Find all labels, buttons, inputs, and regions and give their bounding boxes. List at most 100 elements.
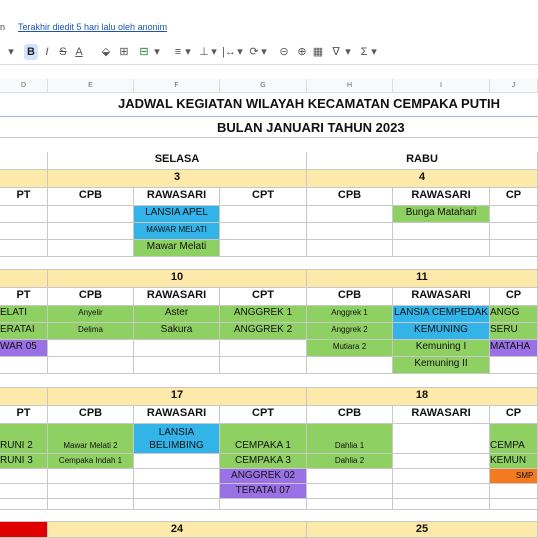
activity-cell[interactable]: Bunga Matahari xyxy=(393,206,490,223)
activity-cell[interactable]: Sakura xyxy=(134,323,220,340)
comment-icon[interactable]: ⊕ xyxy=(296,44,308,60)
date-cell-prev-week4 xyxy=(0,522,48,538)
activity-cell[interactable]: CEMPA xyxy=(490,424,538,454)
bold-button[interactable]: B xyxy=(24,44,38,60)
activity-cell[interactable]: SMP xyxy=(490,469,538,484)
header-rawasari: RAWASARI xyxy=(134,188,220,206)
activity-cell[interactable]: Delima xyxy=(48,323,134,340)
link-icon[interactable]: ⊝ xyxy=(278,44,290,60)
header-cpt: CPT xyxy=(220,288,307,306)
header-cpb-wed: CPB xyxy=(307,288,393,306)
activity-cell[interactable]: Dahlia 1 xyxy=(307,424,393,454)
cell xyxy=(48,469,134,484)
activity-cell[interactable]: KEMUN xyxy=(490,454,538,469)
activity-cell[interactable]: MATAHA xyxy=(490,340,538,357)
cell xyxy=(490,223,538,240)
activity-cell[interactable]: WAR 05 xyxy=(0,340,48,357)
header-cpb-wed: CPB xyxy=(307,188,393,206)
align-icon[interactable]: ≡ xyxy=(172,44,184,60)
align-dropdown-icon[interactable]: ▾ xyxy=(184,44,192,60)
activity-cell[interactable]: ANGGREK 02 xyxy=(220,469,307,484)
rotate-dropdown-icon[interactable]: ▾ xyxy=(260,44,268,60)
activity-cell[interactable]: Mawar Melati 2 xyxy=(48,424,134,454)
cell xyxy=(48,206,134,223)
header-rawasari-wed: RAWASARI xyxy=(393,288,490,306)
cell xyxy=(307,240,393,257)
activity-cell[interactable]: ANGGREK 1 xyxy=(220,306,307,323)
activity-cell[interactable]: Anyelir xyxy=(48,306,134,323)
header-cpt-left: PT xyxy=(0,288,48,306)
chart-icon[interactable]: ▦ xyxy=(312,44,324,60)
spacer-row xyxy=(0,257,538,270)
activity-cell[interactable]: CEMPAKA 3 xyxy=(220,454,307,469)
header-cpb: CPB xyxy=(48,188,134,206)
activity-cell[interactable]: Aster xyxy=(134,306,220,323)
strikethrough-button[interactable]: S xyxy=(58,44,68,60)
cell xyxy=(307,206,393,223)
functions-dropdown-icon[interactable]: ▾ xyxy=(370,44,378,60)
activity-cell[interactable]: Anggrek 2 xyxy=(307,323,393,340)
activity-cell-lansia-belimbing[interactable]: LANSIA BELIMBING xyxy=(134,424,220,454)
activity-cell[interactable]: RUNI 3 xyxy=(0,454,48,469)
activity-cell[interactable]: Cempaka Indah 1 xyxy=(48,454,134,469)
activity-cell[interactable]: MAWAR MELATI xyxy=(134,223,220,240)
merge-dropdown-icon[interactable]: ▾ xyxy=(152,44,162,60)
column-header-j[interactable]: J xyxy=(490,79,538,93)
rotate-icon[interactable]: ⟳ xyxy=(248,44,260,60)
column-header-i[interactable]: I xyxy=(393,79,490,93)
activity-cell[interactable]: Kemuning I xyxy=(393,340,490,357)
borders-icon[interactable]: ⊞ xyxy=(118,44,130,60)
sheet-title: JADWAL KEGIATAN WILAYAH KECAMATAN CEMPAK… xyxy=(118,96,501,111)
menu-fragment: n xyxy=(0,22,6,32)
activity-cell[interactable]: Kemuning II xyxy=(393,357,490,374)
header-rawasari: RAWASARI xyxy=(134,288,220,306)
filter-dropdown-icon[interactable]: ▾ xyxy=(344,44,352,60)
fill-color-icon[interactable]: ⬙ xyxy=(100,44,112,60)
activity-cell[interactable]: LANSIA APEL xyxy=(134,206,220,223)
cell xyxy=(134,357,220,374)
header-cpt: CPT xyxy=(220,406,307,424)
wrap-dropdown-icon[interactable]: ▾ xyxy=(236,44,244,60)
cell xyxy=(48,499,134,510)
top-bar: n Terakhir diedit 5 hari lalu oleh anoni… xyxy=(0,0,538,40)
activity-cell[interactable]: KEMUNING xyxy=(393,323,490,340)
activity-cell[interactable]: ANGGREK 2 xyxy=(220,323,307,340)
activity-cell[interactable]: ELATI xyxy=(0,306,48,323)
functions-icon[interactable]: Σ xyxy=(358,44,370,60)
merge-cells-icon[interactable]: ⊟ xyxy=(138,44,150,60)
cell xyxy=(490,484,538,499)
activity-cell[interactable]: SERU xyxy=(490,323,538,340)
cell xyxy=(134,454,220,469)
date-cell-wed-week3: 18 xyxy=(307,388,538,406)
activity-cell[interactable]: ERATAI xyxy=(0,323,48,340)
day-header-selasa: SELASA xyxy=(48,152,307,170)
activity-cell[interactable]: TERATAI 07 xyxy=(220,484,307,499)
activity-cell[interactable]: RUNI 2 xyxy=(0,424,48,454)
cell xyxy=(48,484,134,499)
activity-cell[interactable]: CEMPAKA 1 xyxy=(220,424,307,454)
activity-cell[interactable]: ANGG xyxy=(490,306,538,323)
column-header-d[interactable]: D xyxy=(0,79,48,93)
date-cell-wed-week4: 25 xyxy=(307,522,538,538)
column-header-g[interactable]: G xyxy=(220,79,307,93)
last-edit-link[interactable]: Terakhir diedit 5 hari lalu oleh anonim xyxy=(18,22,167,32)
column-header-f[interactable]: F xyxy=(134,79,220,93)
activity-cell[interactable]: Mawar Melati xyxy=(134,240,220,257)
valign-dropdown-icon[interactable]: ▾ xyxy=(210,44,218,60)
cell xyxy=(490,206,538,223)
italic-button[interactable]: I xyxy=(42,44,52,60)
filter-icon[interactable]: ∇ xyxy=(330,44,342,60)
valign-icon[interactable]: ⊥ xyxy=(198,44,210,60)
column-header-h[interactable]: H xyxy=(307,79,393,93)
cell xyxy=(220,340,307,357)
activity-cell[interactable]: LANSIA CEMPEDAK xyxy=(393,306,490,323)
font-size-dropdown-icon[interactable]: ▾ xyxy=(6,44,16,60)
activity-cell[interactable]: Dahlia 2 xyxy=(307,454,393,469)
cell xyxy=(0,484,48,499)
activity-cell[interactable]: Mutiara 2 xyxy=(307,340,393,357)
text-color-button[interactable]: A xyxy=(74,44,84,60)
cell xyxy=(220,240,307,257)
wrap-icon[interactable]: |↔ xyxy=(222,44,236,60)
column-header-e[interactable]: E xyxy=(48,79,134,93)
activity-cell[interactable]: Anggrek 1 xyxy=(307,306,393,323)
